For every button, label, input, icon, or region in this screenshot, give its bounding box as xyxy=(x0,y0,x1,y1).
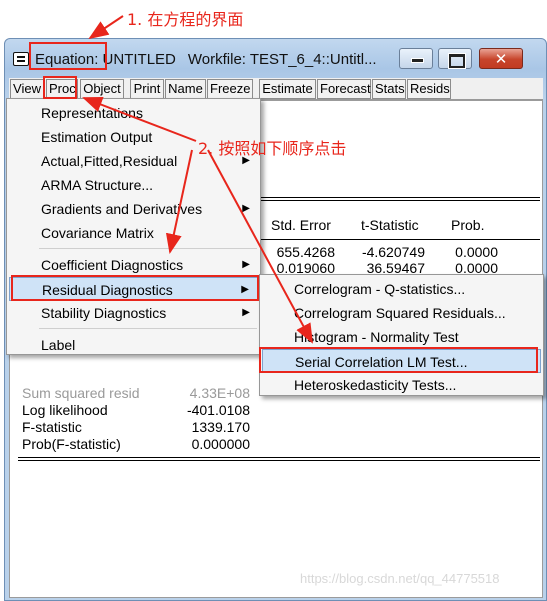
close-button[interactable] xyxy=(479,48,523,69)
annotation-step1: 1. 在方程的界面 xyxy=(127,10,244,29)
window-title-workfile: Workfile: TEST_6_4::Untitl... xyxy=(187,51,377,68)
annotation-step2: 2. 按照如下顺序点击 xyxy=(198,139,347,158)
menu-separator xyxy=(39,328,257,329)
equation-window-icon[interactable] xyxy=(13,52,29,66)
menu-item-arma-structure[interactable]: ARMA Structure... xyxy=(9,173,258,197)
minimize-button[interactable] xyxy=(399,48,433,69)
stat-value: 1339.170 xyxy=(191,419,250,435)
menu-separator xyxy=(39,248,257,249)
submenu-item-correlogram-q[interactable]: Correlogram - Q-statistics... xyxy=(262,277,541,301)
menu-item-coefficient-diagnostics[interactable]: Coefficient Diagnostics ▶ xyxy=(9,253,258,277)
toolbar: View Proc Object Print Name Freeze Estim… xyxy=(9,78,543,100)
stat-label: F-statistic xyxy=(22,419,82,435)
cell-prob: 0.0000 xyxy=(455,244,498,260)
stat-label: Sum squared resid xyxy=(22,385,140,401)
menu-item-gradients-derivatives[interactable]: Gradients and Derivatives ▶ xyxy=(9,197,258,221)
highlight-proc-button xyxy=(43,76,77,99)
submenu-arrow-icon: ▶ xyxy=(242,259,250,270)
cell-t-statistic: -4.620749 xyxy=(361,244,425,260)
menu-item-stability-diagnostics[interactable]: Stability Diagnostics ▶ xyxy=(9,301,258,325)
watermark: https://blog.csdn.net/qq_44775518 xyxy=(300,571,500,586)
submenu-item-histogram-normality[interactable]: Histogram - Normality Test xyxy=(262,325,541,349)
highlight-window-title xyxy=(29,42,107,70)
estimate-button[interactable]: Estimate xyxy=(259,79,316,99)
menu-item-covariance-matrix[interactable]: Covariance Matrix xyxy=(9,221,258,245)
residual-diagnostics-submenu: Correlogram - Q-statistics... Correlogra… xyxy=(259,274,544,396)
stat-label: Log likelihood xyxy=(22,402,108,418)
header-prob: Prob. xyxy=(451,217,485,233)
submenu-item-heteroskedasticity[interactable]: Heteroskedasticity Tests... xyxy=(262,373,541,397)
divider xyxy=(18,457,540,461)
submenu-arrow-icon: ▶ xyxy=(242,203,250,214)
name-button[interactable]: Name xyxy=(165,79,206,99)
header-t-statistic: t-Statistic xyxy=(361,217,419,233)
maximize-button[interactable] xyxy=(438,48,472,69)
menu-item-label[interactable]: Label xyxy=(9,333,258,357)
stat-value: 0.000000 xyxy=(191,436,250,452)
header-std-error: Std. Error xyxy=(271,217,331,233)
menu-item-representations[interactable]: Representations xyxy=(9,101,258,125)
stats-button[interactable]: Stats xyxy=(372,79,406,99)
forecast-button[interactable]: Forecast xyxy=(317,79,371,99)
highlight-serial-correlation xyxy=(259,347,538,373)
object-button[interactable]: Object xyxy=(80,79,124,99)
stat-value: -401.0108 xyxy=(186,402,250,418)
submenu-arrow-icon: ▶ xyxy=(242,307,250,318)
highlight-residual-diagnostics xyxy=(11,275,259,301)
stat-label: Prob(F-statistic) xyxy=(22,436,121,452)
cell-std-error: 655.4268 xyxy=(276,244,335,260)
stat-value: 4.33E+08 xyxy=(189,385,250,401)
submenu-item-correlogram-squared[interactable]: Correlogram Squared Residuals... xyxy=(262,301,541,325)
freeze-button[interactable]: Freeze xyxy=(207,79,253,99)
view-button[interactable]: View xyxy=(10,79,44,99)
print-button[interactable]: Print xyxy=(130,79,164,99)
resids-button[interactable]: Resids xyxy=(407,79,451,99)
